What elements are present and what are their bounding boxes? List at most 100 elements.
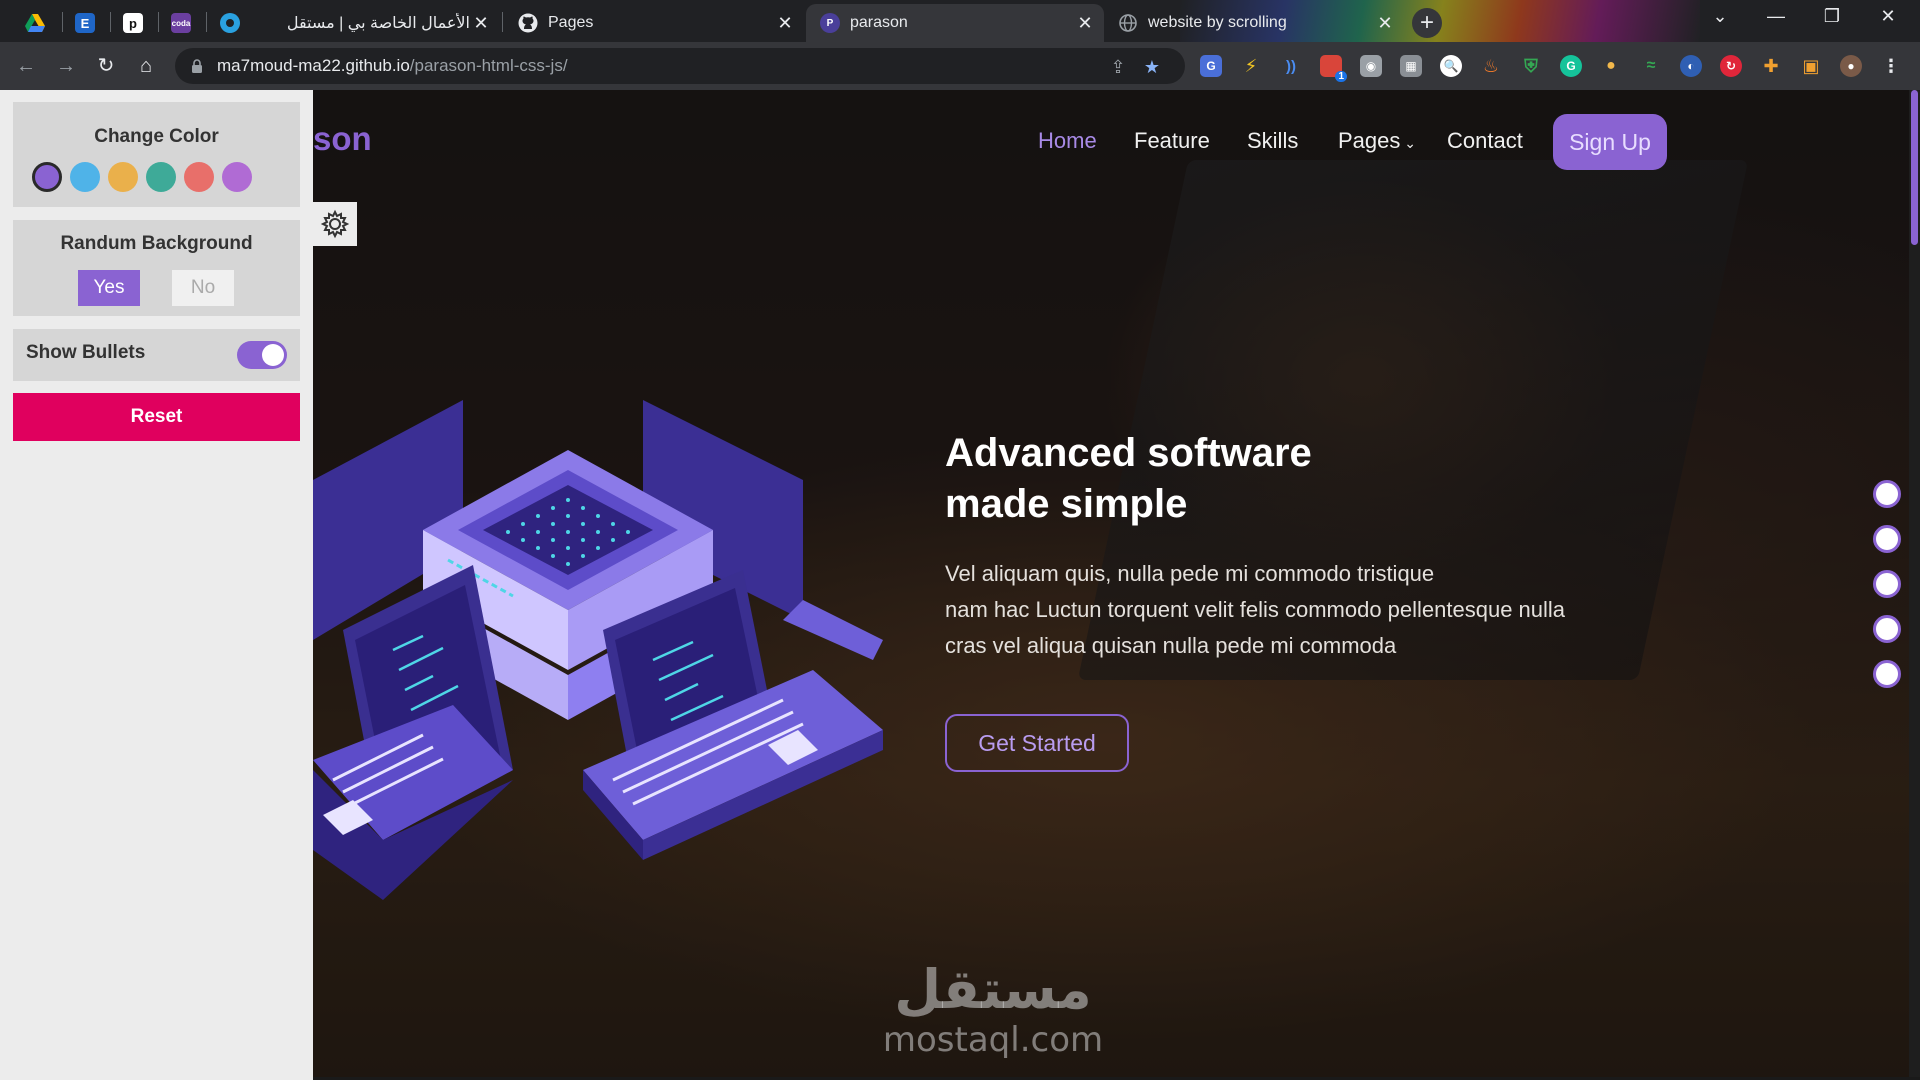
- description-line: Vel aliquam quis, nulla pede mi commodo …: [945, 561, 1435, 586]
- extension-badge: 1: [1335, 71, 1347, 82]
- headline-line: made simple: [945, 482, 1188, 526]
- nav-contact[interactable]: Contact: [1447, 128, 1523, 154]
- home-icon[interactable]: ⌂: [134, 54, 158, 78]
- color-swatch-blue[interactable]: [70, 162, 100, 192]
- watermark-latin: mostaql.com: [882, 1020, 1104, 1060]
- browser-tab-bar: E p coda الأعمال الخاصة بي | مستقل ✕ Pag…: [0, 0, 1920, 42]
- random-background-no-button[interactable]: No: [172, 270, 234, 306]
- extensions-puzzle-icon[interactable]: ✚: [1760, 55, 1782, 77]
- lightning-extension-icon[interactable]: ⚡: [1240, 55, 1262, 77]
- site-logo[interactable]: son: [313, 120, 372, 158]
- camera-extension-icon[interactable]: ◉: [1360, 55, 1382, 77]
- envato-icon: E: [75, 13, 95, 33]
- nav-bullet[interactable]: [1873, 480, 1901, 508]
- flame-extension-icon[interactable]: ♨: [1480, 55, 1502, 77]
- page-scrollbar[interactable]: [1909, 90, 1920, 1080]
- minimize-icon[interactable]: —: [1756, 6, 1796, 27]
- restore-icon[interactable]: ❐: [1812, 6, 1852, 27]
- audio-extension-icon[interactable]: ≈: [1640, 55, 1662, 77]
- wave-extension-icon[interactable]: )): [1280, 55, 1302, 77]
- hero-section: son Home Feature Skills Pages ⌄ Contact …: [313, 90, 1920, 1080]
- color-swatch-purple[interactable]: [32, 162, 62, 192]
- nav-skills[interactable]: Skills: [1247, 128, 1298, 154]
- mostaql-watermark: مستقل mostaql.com: [843, 958, 1143, 1061]
- tab-mostaql[interactable]: الأعمال الخاصة بي | مستقل ✕: [206, 4, 500, 42]
- video-extension-icon[interactable]: 1: [1320, 55, 1347, 82]
- color-swatch-violet[interactable]: [222, 162, 252, 192]
- description-line: cras vel aliqua quisan nulla pede mi com…: [945, 633, 1397, 658]
- reload-icon[interactable]: ↻: [94, 54, 118, 78]
- chevron-down-icon: ⌄: [1400, 135, 1417, 151]
- menu-kebab-icon[interactable]: ⋮: [1880, 55, 1902, 77]
- settings-gear-icon[interactable]: [313, 202, 357, 246]
- color-swatch-orange[interactable]: [108, 162, 138, 192]
- github-icon: [518, 13, 538, 33]
- nav-feature[interactable]: Feature: [1134, 128, 1210, 154]
- tab-coda[interactable]: coda: [156, 4, 206, 42]
- close-tab-icon[interactable]: ✕: [1374, 13, 1396, 34]
- reset-button[interactable]: Reset: [13, 393, 300, 441]
- share-icon[interactable]: ⇪: [1107, 56, 1129, 78]
- coda-icon: coda: [171, 13, 191, 33]
- parason-icon: P: [820, 13, 840, 33]
- get-started-button[interactable]: Get Started: [945, 714, 1129, 772]
- nav-bullet[interactable]: [1873, 570, 1901, 598]
- headline-line: Advanced software: [945, 431, 1312, 475]
- profile-avatar[interactable]: ●: [1840, 55, 1862, 77]
- description-line: nam hac Luctun torquent velit felis comm…: [945, 597, 1566, 622]
- p-app-icon: p: [123, 13, 143, 33]
- grammarly-icon[interactable]: G: [1560, 55, 1582, 77]
- nav-bullet[interactable]: [1873, 660, 1901, 688]
- tab-search-chevron-icon[interactable]: ⌄: [1700, 6, 1740, 27]
- bookmark-star-icon[interactable]: ★: [1141, 56, 1163, 78]
- tab-title: website by scrolling: [1148, 14, 1287, 31]
- random-background-yes-button[interactable]: Yes: [78, 270, 140, 306]
- mostaql-icon: [220, 13, 240, 33]
- shield-extension-icon[interactable]: ⛨: [1520, 55, 1542, 77]
- keyboard-extension-icon[interactable]: ▦: [1400, 55, 1422, 77]
- close-window-icon[interactable]: ✕: [1868, 6, 1908, 27]
- close-tab-icon[interactable]: ✕: [774, 13, 796, 34]
- back-icon[interactable]: ←: [14, 54, 38, 78]
- show-bullets-label: Show Bullets: [26, 342, 146, 363]
- tab-p-app[interactable]: p: [108, 4, 158, 42]
- globe-icon: [1118, 13, 1138, 33]
- change-color-title: Change Color: [94, 126, 219, 147]
- nav-bullet[interactable]: [1873, 525, 1901, 553]
- close-tab-icon[interactable]: ✕: [1074, 13, 1096, 34]
- close-tab-icon[interactable]: ✕: [470, 13, 492, 34]
- isometric-computers-illustration: [313, 400, 883, 900]
- hero-description: Vel aliquam quis, nulla pede mi commodo …: [945, 556, 1705, 664]
- search-extension-icon[interactable]: 🔍: [1440, 55, 1462, 77]
- egg-extension-icon[interactable]: ●: [1600, 55, 1622, 77]
- color-swatch-teal[interactable]: [146, 162, 176, 192]
- address-bar[interactable]: ma7moud-ma22.github.io/parason-html-css-…: [175, 48, 1185, 84]
- hero-headline: Advanced software made simple: [945, 428, 1545, 530]
- scrollbar-thumb[interactable]: [1911, 90, 1918, 245]
- nav-pages[interactable]: Pages ⌄: [1338, 128, 1416, 154]
- web-page: son Home Feature Skills Pages ⌄ Contact …: [0, 90, 1920, 1080]
- translate-extension-icon[interactable]: G: [1200, 55, 1222, 77]
- tab-parason[interactable]: P parason ✕: [806, 4, 1104, 42]
- tab-github-pages[interactable]: Pages ✕: [504, 4, 804, 42]
- tab-google-drive[interactable]: [10, 4, 60, 42]
- color-swatch-red[interactable]: [184, 162, 214, 192]
- nav-home[interactable]: Home: [1038, 128, 1097, 154]
- nav-pages-label: Pages: [1338, 128, 1401, 153]
- tab-website-by-scrolling[interactable]: website by scrolling ✕: [1104, 4, 1404, 42]
- sign-up-button[interactable]: Sign Up: [1553, 114, 1667, 170]
- forward-icon[interactable]: →: [54, 54, 78, 78]
- nav-bullet[interactable]: [1873, 615, 1901, 643]
- new-tab-button[interactable]: +: [1412, 8, 1442, 38]
- lock-icon: [192, 59, 202, 73]
- tab-envato[interactable]: E: [60, 4, 110, 42]
- side-panel-icon[interactable]: ▣: [1800, 55, 1822, 77]
- blue-extension-icon[interactable]: ◐: [1680, 55, 1702, 77]
- watermark-arabic: مستقل: [894, 958, 1092, 1021]
- url-text: ma7moud-ma22.github.io/parason-html-css-…: [217, 56, 568, 75]
- random-background-title: Randum Background: [60, 233, 253, 254]
- settings-panel: Change Color Randum Background Yes No Sh…: [0, 90, 313, 1080]
- show-bullets-toggle[interactable]: [237, 341, 287, 369]
- show-bullets-box: Show Bullets: [13, 329, 300, 381]
- sync-extension-icon[interactable]: ↻: [1720, 55, 1742, 77]
